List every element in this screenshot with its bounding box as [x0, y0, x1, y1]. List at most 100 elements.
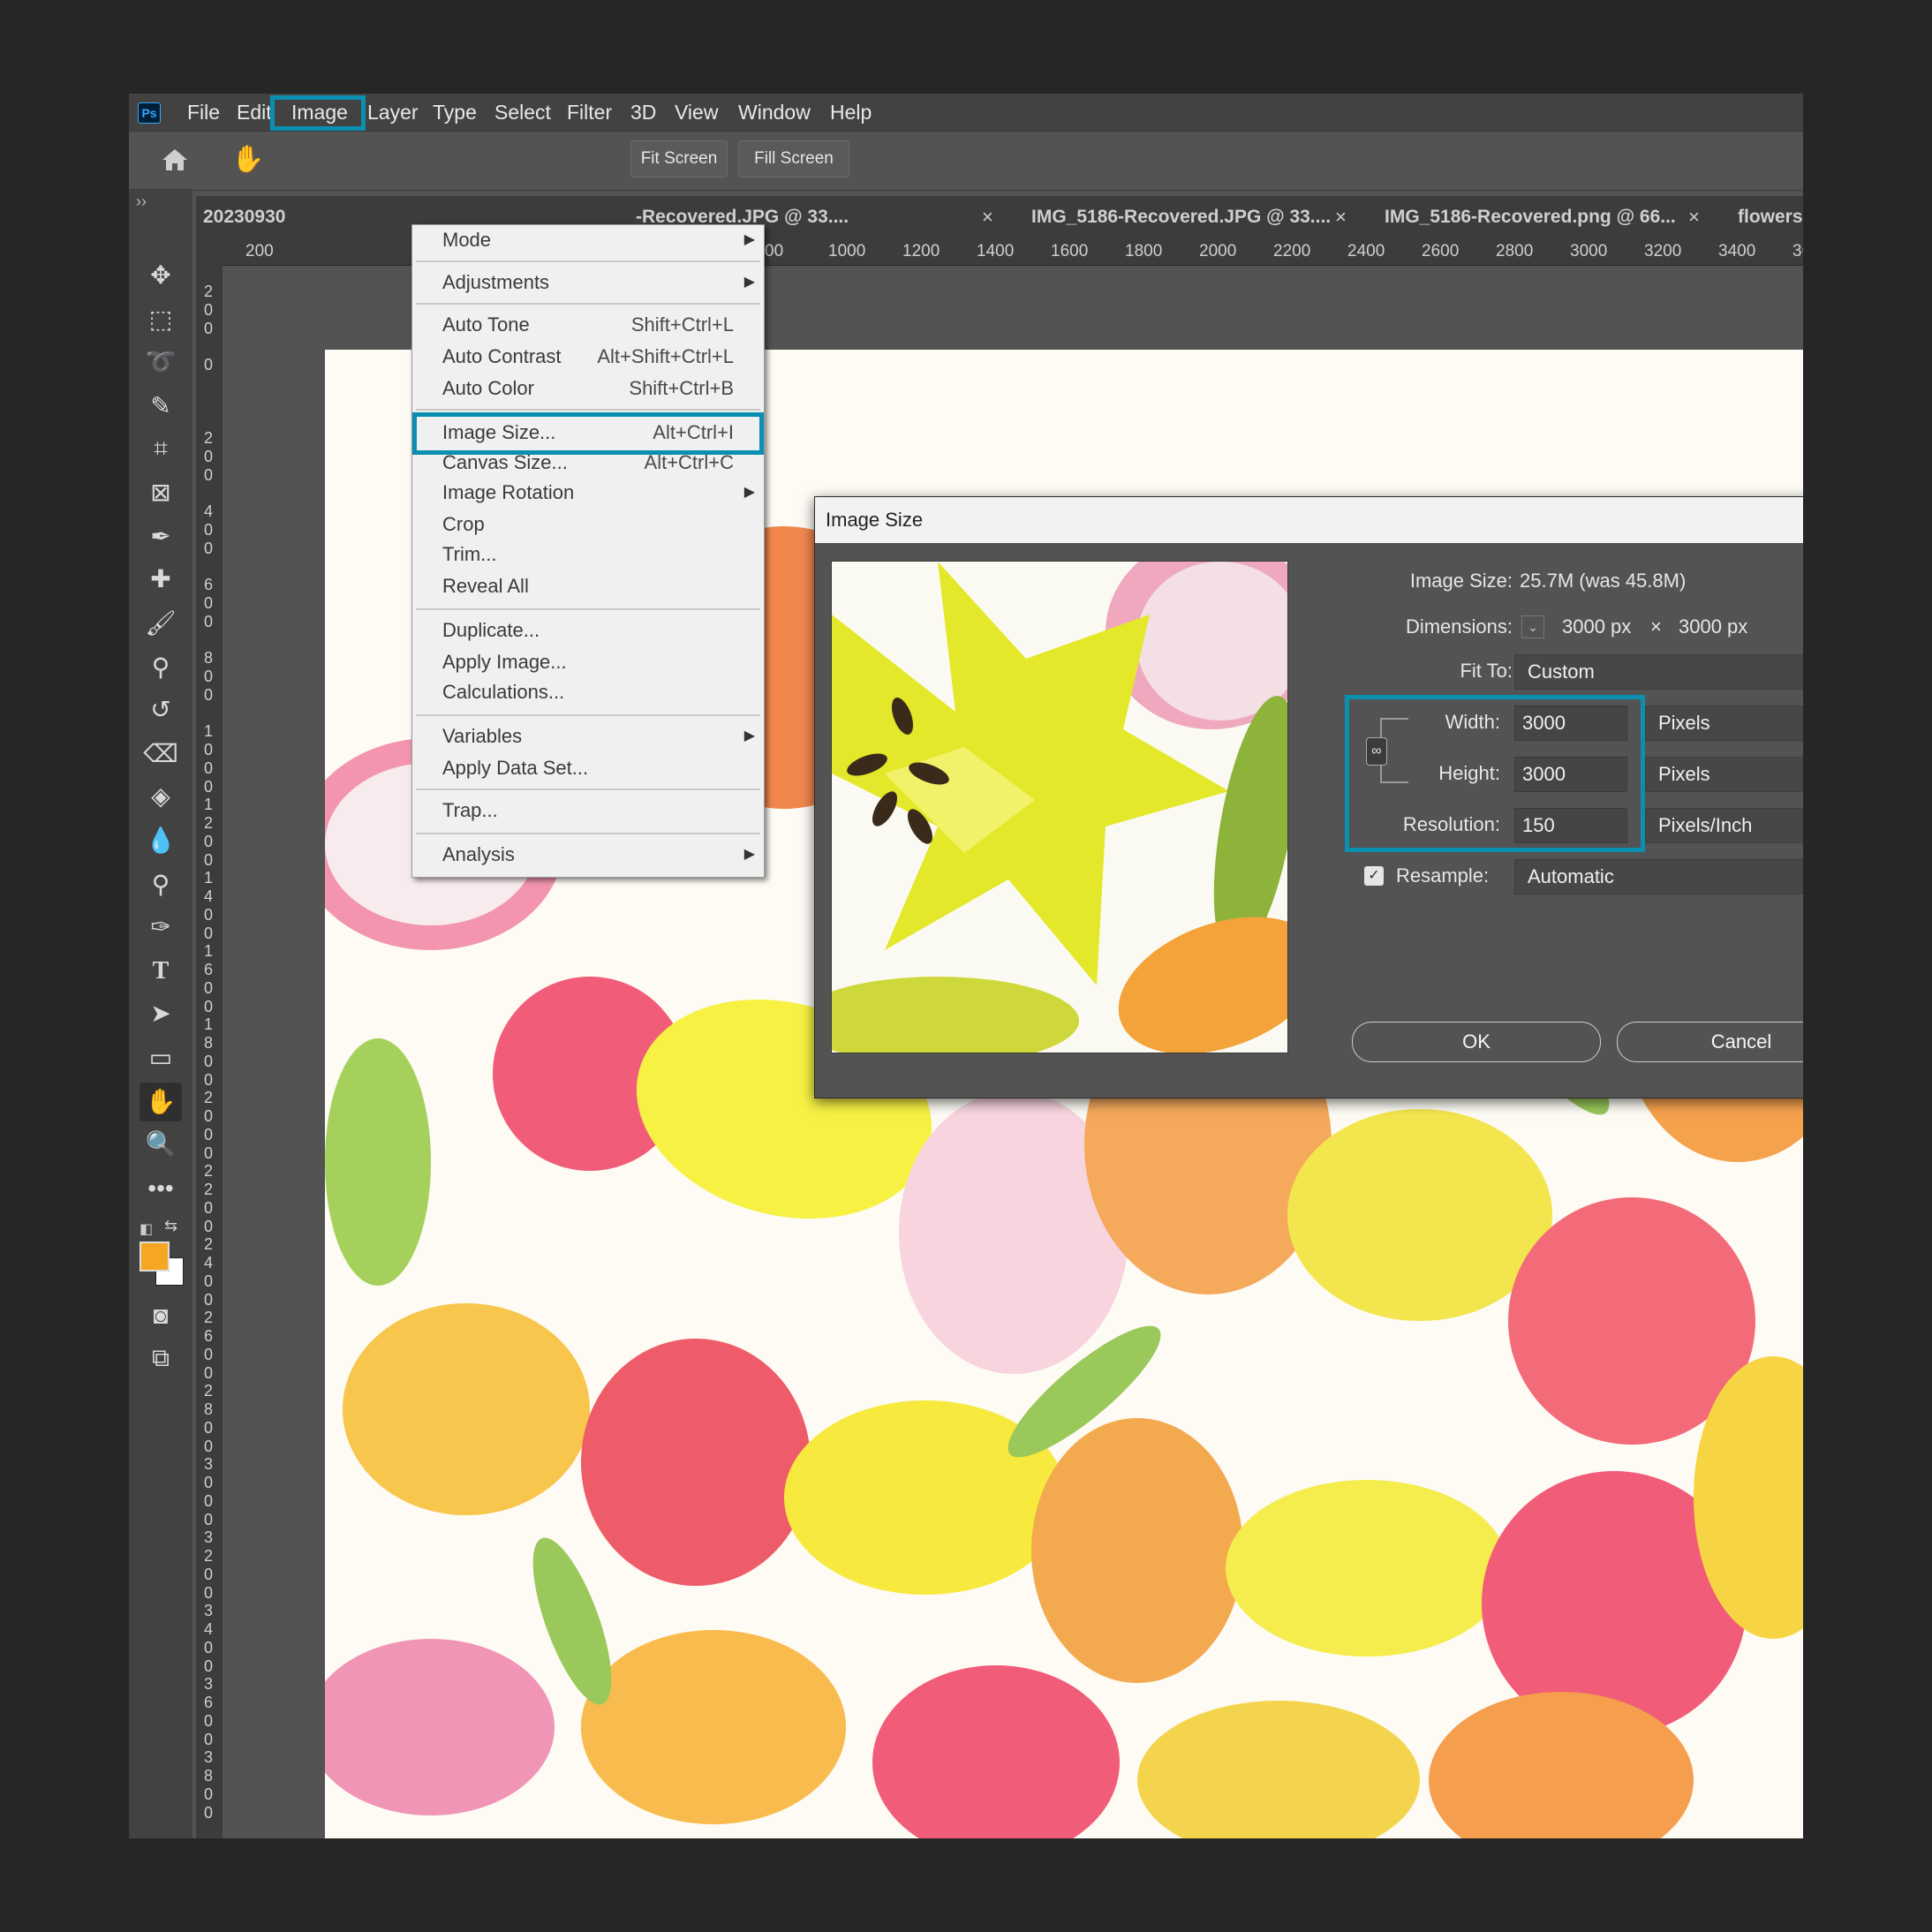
cancel-button[interactable]: Cancel: [1617, 1022, 1803, 1062]
ruler-label: 2400: [203, 1235, 213, 1309]
ruler-label: 1200: [902, 242, 940, 260]
dimensions-dropdown-icon[interactable]: ⌄: [1521, 615, 1544, 638]
tab-close-icon[interactable]: ×: [1335, 196, 1347, 238]
ruler-label: 3400: [203, 1602, 213, 1675]
history-brush-tool-icon[interactable]: ↺: [140, 691, 182, 729]
ruler-label: 1000: [828, 242, 866, 260]
dimensions-separator: ×: [1650, 615, 1662, 638]
tab-3[interactable]: IMG_5186-Recovered.JPG @ 33....: [1031, 196, 1331, 238]
menu-window[interactable]: Window: [738, 94, 811, 131]
brush-tool-icon[interactable]: 🖌: [140, 604, 182, 643]
menu-item-calculations[interactable]: Calculations...: [412, 677, 764, 707]
fit-to-select[interactable]: Custom⌄: [1514, 654, 1803, 690]
eyedropper-tool-icon[interactable]: ✒: [140, 517, 182, 556]
menu-view[interactable]: View: [675, 94, 718, 131]
blur-tool-icon[interactable]: 💧: [140, 821, 182, 860]
ruler-label: 2600: [1422, 242, 1460, 260]
fill-screen-button[interactable]: Fill Screen: [738, 140, 849, 177]
expand-panel-icon[interactable]: ››: [136, 192, 147, 211]
menu-item-duplicate[interactable]: Duplicate...: [412, 615, 764, 645]
menu-item-variables[interactable]: Variables ▶: [412, 721, 764, 751]
menu-item-auto-tone[interactable]: Auto Tone Shift+Ctrl+L: [412, 310, 764, 340]
image-menu-highlight: [270, 95, 366, 131]
ruler-label: 1400: [977, 242, 1015, 260]
hand-tool-icon[interactable]: ✋: [231, 142, 264, 177]
hand-tool-icon[interactable]: ✋: [140, 1083, 182, 1121]
clone-stamp-tool-icon[interactable]: ⚲: [140, 648, 182, 687]
tab-close-icon[interactable]: ×: [1688, 196, 1700, 238]
menu-item-image-rotation[interactable]: Image Rotation ▶: [412, 478, 764, 508]
screen-mode-icon[interactable]: ⧉: [140, 1339, 182, 1377]
ruler-label: 800: [203, 649, 213, 704]
ruler-label: 2000: [203, 1089, 213, 1162]
pen-tool-icon[interactable]: ✑: [140, 908, 182, 947]
ruler-label: 00: [765, 242, 784, 260]
quick-select-tool-icon[interactable]: ✎: [140, 387, 182, 426]
resample-select[interactable]: Automatic⌄: [1514, 859, 1803, 894]
menu-item-mode[interactable]: Mode ▶: [412, 225, 764, 255]
home-icon[interactable]: [159, 144, 191, 176]
path-selection-tool-icon[interactable]: ➤: [140, 994, 182, 1033]
tab-close-icon[interactable]: ×: [982, 196, 993, 238]
menu-filter[interactable]: Filter: [567, 94, 612, 131]
ruler-label: 1600: [203, 942, 213, 1015]
menu-layer[interactable]: Layer: [367, 94, 419, 131]
paint-bucket-tool-icon[interactable]: ◈: [140, 777, 182, 816]
menu-item-trap[interactable]: Trap...: [412, 796, 764, 826]
more-tools-icon[interactable]: •••: [140, 1169, 182, 1208]
zoom-tool-icon[interactable]: 🔍: [140, 1125, 182, 1164]
ruler-label: 2600: [203, 1309, 213, 1382]
menu-item-auto-color[interactable]: Auto Color Shift+Ctrl+B: [412, 374, 764, 404]
ruler-label: 2200: [1273, 242, 1311, 260]
resolution-unit-select[interactable]: Pixels/Inch⌄: [1645, 808, 1803, 843]
lasso-tool-icon[interactable]: ➰: [140, 343, 182, 381]
image-size-label: Image Size:: [1409, 570, 1513, 592]
healing-brush-tool-icon[interactable]: ✚: [140, 560, 182, 599]
default-colors-icon[interactable]: ◧: [140, 1220, 153, 1238]
foreground-color-swatch[interactable]: [140, 1241, 170, 1272]
ruler-label: 2800: [1496, 242, 1534, 260]
eraser-tool-icon[interactable]: ⌫: [140, 735, 182, 774]
menu-3d[interactable]: 3D: [630, 94, 656, 131]
swap-colors-icon[interactable]: ⇆: [164, 1217, 177, 1235]
quick-mask-icon[interactable]: ◙: [140, 1296, 182, 1335]
menu-item-apply-image[interactable]: Apply Image...: [412, 647, 764, 677]
dodge-tool-icon[interactable]: ⚲: [140, 865, 182, 904]
move-tool-icon[interactable]: ✥: [140, 256, 182, 295]
fit-screen-button[interactable]: Fit Screen: [630, 140, 728, 177]
tab-5[interactable]: flowers.png @ 50% (Pa: [1738, 196, 1803, 238]
menu-item-apply-data-set[interactable]: Apply Data Set...: [412, 753, 764, 783]
ruler-label: 2800: [203, 1382, 213, 1455]
menu-select[interactable]: Select: [494, 94, 551, 131]
resample-checkbox[interactable]: ✓: [1364, 866, 1384, 886]
frame-tool-icon[interactable]: ⊠: [140, 473, 182, 512]
crop-tool-icon[interactable]: ⌗: [140, 429, 182, 468]
menu-separator: [416, 409, 760, 411]
menu-help[interactable]: Help: [830, 94, 872, 131]
vertical-ruler: 2000200400600800100012001400160018002000…: [196, 265, 223, 1838]
menu-item-analysis[interactable]: Analysis ▶: [412, 840, 764, 870]
menu-item-adjustments[interactable]: Adjustments ▶: [412, 268, 764, 298]
menu-file[interactable]: File: [187, 94, 220, 131]
ruler-label: 200: [203, 283, 213, 337]
menu-item-reveal-all[interactable]: Reveal All: [412, 571, 764, 601]
dialog-title-bar: Image Size ✕: [815, 497, 1803, 543]
tab-1[interactable]: 20230930: [203, 196, 285, 238]
type-tool-icon[interactable]: T: [140, 952, 182, 991]
ruler-label: 1800: [203, 1015, 213, 1089]
menu-edit[interactable]: Edit: [237, 94, 272, 131]
photoshop-window: Ps File Edit Image Layer Type Select Fil…: [129, 94, 1803, 1838]
height-unit-select[interactable]: Pixels⌄: [1645, 757, 1803, 792]
menu-item-trim[interactable]: Trim...: [412, 540, 764, 570]
menu-type[interactable]: Type: [433, 94, 477, 131]
preview-artwork: [832, 562, 1287, 1053]
ruler-label: 1600: [1051, 242, 1089, 260]
marquee-tool-icon[interactable]: ⬚: [140, 300, 182, 339]
menu-item-auto-contrast[interactable]: Auto Contrast Alt+Shift+Ctrl+L: [412, 342, 764, 372]
rectangle-tool-icon[interactable]: ▭: [140, 1038, 182, 1077]
tab-4[interactable]: IMG_5186-Recovered.png @ 66...: [1385, 196, 1676, 238]
image-preview[interactable]: [831, 561, 1288, 1053]
width-unit-select[interactable]: Pixels⌄: [1645, 706, 1803, 741]
menu-item-crop[interactable]: Crop: [412, 509, 764, 540]
ok-button[interactable]: OK: [1352, 1022, 1601, 1062]
